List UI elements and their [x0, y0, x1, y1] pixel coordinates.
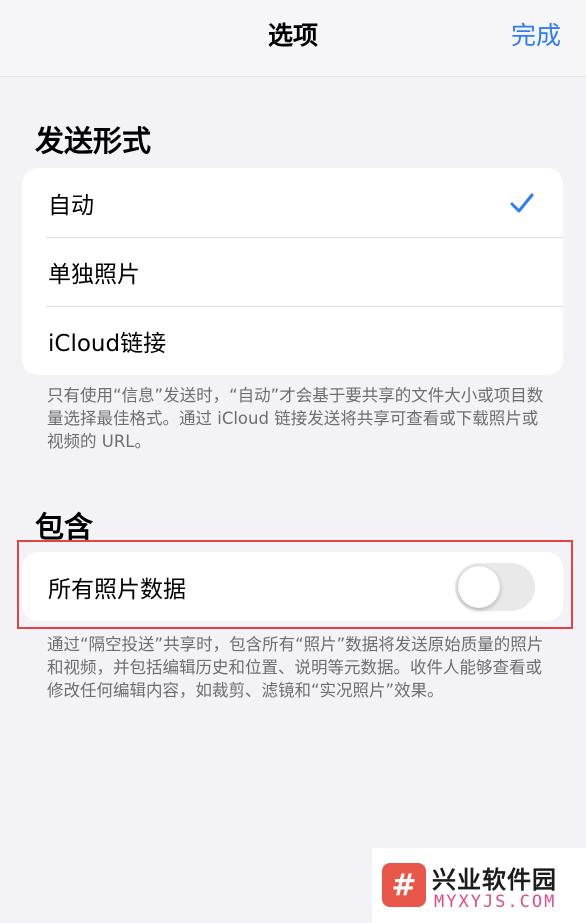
- include-footer: 通过“隔空投送”共享时，包含所有“照片”数据将发送原始质量的照片和视频，并包括编…: [47, 635, 544, 700]
- option-automatic[interactable]: 自动: [22, 168, 563, 237]
- watermark-name: 兴业软件园: [432, 866, 557, 894]
- all-photos-data-label: 所有照片数据: [48, 576, 186, 603]
- option-individual-photos[interactable]: 单独照片: [22, 237, 563, 306]
- send-as-header: 发送形式: [35, 124, 152, 158]
- done-button[interactable]: 完成: [511, 16, 561, 52]
- option-icloud-link[interactable]: iCloud链接: [22, 306, 563, 375]
- toggle-knob: [458, 565, 500, 608]
- send-as-group: 自动 单独照片 iCloud链接: [22, 168, 563, 375]
- option-label: iCloud链接: [48, 330, 167, 357]
- watermark: # 兴业软件园 MYXYJS.COM: [372, 848, 586, 923]
- option-label: 自动: [48, 192, 94, 219]
- all-photos-data-toggle[interactable]: [455, 562, 535, 611]
- page-title: 选项: [267, 21, 318, 50]
- include-group: 所有照片数据: [22, 552, 563, 621]
- all-photos-data-row: 所有照片数据: [22, 552, 563, 621]
- watermark-domain: MYXYJS.COM: [434, 892, 557, 912]
- include-header: 包含: [35, 510, 94, 544]
- send-as-footer: 只有使用“信息”发送时，“自动”才会基于要共享的文件大小或项目数量选择最佳格式。…: [47, 386, 544, 451]
- navigation-bar: 选项 完成: [0, 0, 586, 77]
- checkmark-icon: [510, 193, 534, 212]
- option-label: 单独照片: [48, 261, 140, 288]
- hash-icon: #: [382, 863, 426, 907]
